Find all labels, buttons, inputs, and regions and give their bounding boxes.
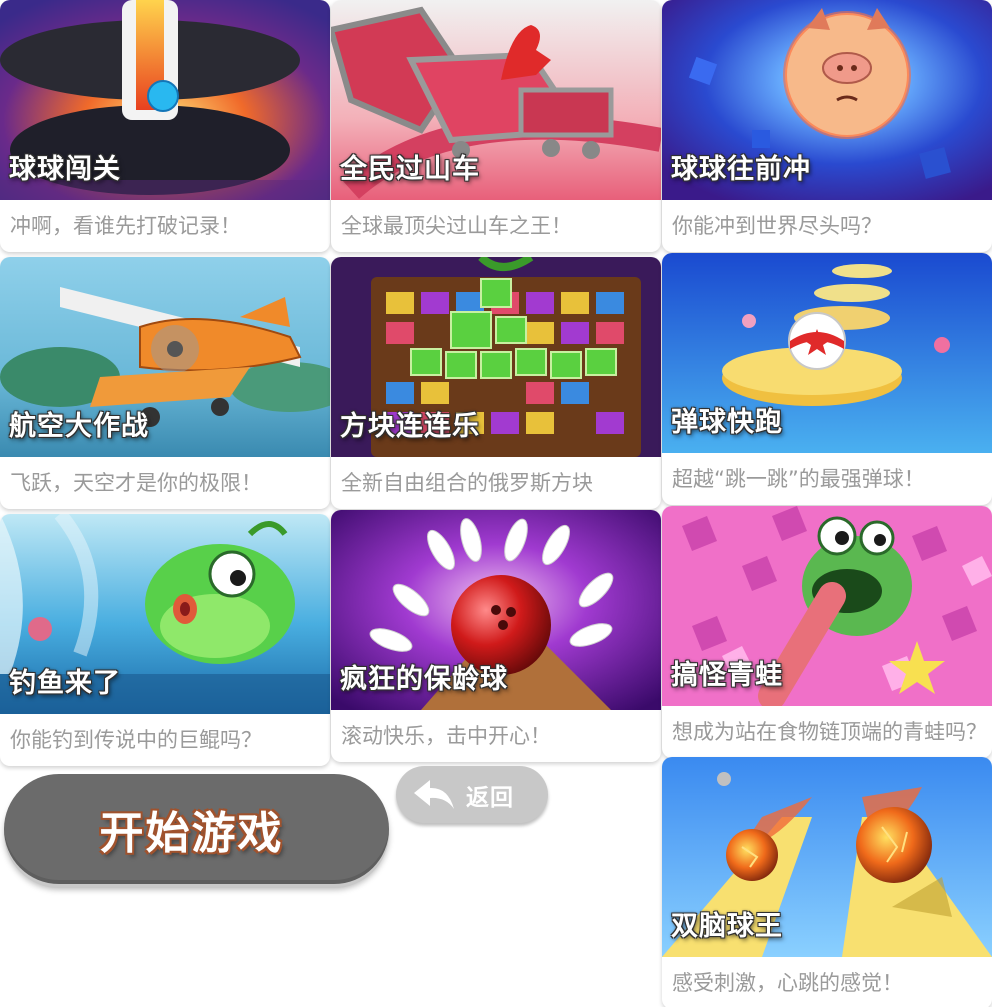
game-card-jewel-blocks[interactable]: 方块连连乐 全新自由组合的俄罗斯方块 bbox=[331, 257, 661, 509]
game-title: 航空大作战 bbox=[9, 411, 149, 442]
game-card-tower-ball[interactable]: 球球闯关 冲啊，看谁先打破记录！ bbox=[0, 0, 330, 252]
game-description: 冲啊，看谁先打破记录！ bbox=[10, 214, 241, 238]
game-description: 全球最顶尖过山车之王！ bbox=[341, 214, 572, 238]
game-thumbnail-twin-balls: 双脑球王 bbox=[662, 757, 992, 957]
game-title: 球球闯关 bbox=[9, 154, 121, 185]
game-thumbnail-frog: 搞怪青蛙 bbox=[662, 506, 992, 706]
game-title: 疯狂的保龄球 bbox=[340, 664, 508, 695]
game-thumbnail-pig-ball: 球球往前冲 bbox=[662, 0, 992, 200]
game-title: 搞怪青蛙 bbox=[671, 660, 783, 691]
start-game-button[interactable]: 开始游戏 bbox=[4, 774, 389, 884]
game-description: 飞跃，天空才是你的极限！ bbox=[10, 471, 262, 495]
game-description: 你能冲到世界尽头吗？ bbox=[672, 214, 882, 238]
game-thumbnail-fishing: 钓鱼来了 bbox=[0, 514, 330, 714]
game-description: 超越“跳一跳”的最强弹球！ bbox=[672, 467, 925, 491]
game-card-airplane[interactable]: 航空大作战 飞跃，天空才是你的极限！ bbox=[0, 257, 330, 509]
game-description: 你能钓到传说中的巨鲲吗？ bbox=[10, 728, 262, 752]
game-card-bowling[interactable]: 疯狂的保龄球 滚动快乐，击中开心！ bbox=[331, 510, 661, 762]
start-game-label: 开始游戏 bbox=[99, 808, 284, 859]
back-button[interactable]: 返回 bbox=[396, 766, 548, 823]
game-card-pig-ball[interactable]: 球球往前冲 你能冲到世界尽头吗？ bbox=[662, 0, 992, 252]
game-description: 感受刺激，心跳的感觉！ bbox=[672, 971, 903, 995]
game-thumbnail-bounce-ball: 弹球快跑 bbox=[662, 253, 992, 453]
game-title: 全民过山车 bbox=[340, 154, 480, 185]
game-thumbnail-tower-ball: 球球闯关 bbox=[0, 0, 330, 200]
game-title: 钓鱼来了 bbox=[9, 668, 121, 699]
game-card-fishing[interactable]: 钓鱼来了 你能钓到传说中的巨鲲吗？ bbox=[0, 514, 330, 766]
game-list-page: 球球闯关 冲啊，看谁先打破记录！ 全民过山车 全球最顶尖过山车之王！ 球球往前冲… bbox=[0, 0, 992, 1007]
game-description: 想成为站在食物链顶端的青蛙吗？ bbox=[672, 720, 986, 744]
game-card-twin-balls[interactable]: 双脑球王 感受刺激，心跳的感觉！ bbox=[662, 757, 992, 1007]
back-arrow-icon bbox=[414, 779, 454, 809]
game-description: 全新自由组合的俄罗斯方块 bbox=[341, 471, 593, 495]
game-description: 滚动快乐，击中开心！ bbox=[341, 724, 551, 748]
game-thumbnail-bowling: 疯狂的保龄球 bbox=[331, 510, 661, 710]
game-card-frog[interactable]: 搞怪青蛙 想成为站在食物链顶端的青蛙吗？ bbox=[662, 506, 992, 758]
game-thumbnail-jewel-blocks: 方块连连乐 bbox=[331, 257, 661, 457]
game-thumbnail-roller-coaster: 全民过山车 bbox=[331, 0, 661, 200]
game-thumbnail-airplane: 航空大作战 bbox=[0, 257, 330, 457]
game-title: 双脑球王 bbox=[671, 911, 783, 942]
game-title: 弹球快跑 bbox=[671, 407, 783, 438]
game-card-bounce-ball[interactable]: 弹球快跑 超越“跳一跳”的最强弹球！ bbox=[662, 253, 992, 505]
game-title: 方块连连乐 bbox=[340, 411, 480, 442]
game-card-roller-coaster[interactable]: 全民过山车 全球最顶尖过山车之王！ bbox=[331, 0, 661, 252]
back-label: 返回 bbox=[466, 784, 514, 811]
game-title: 球球往前冲 bbox=[671, 154, 811, 185]
